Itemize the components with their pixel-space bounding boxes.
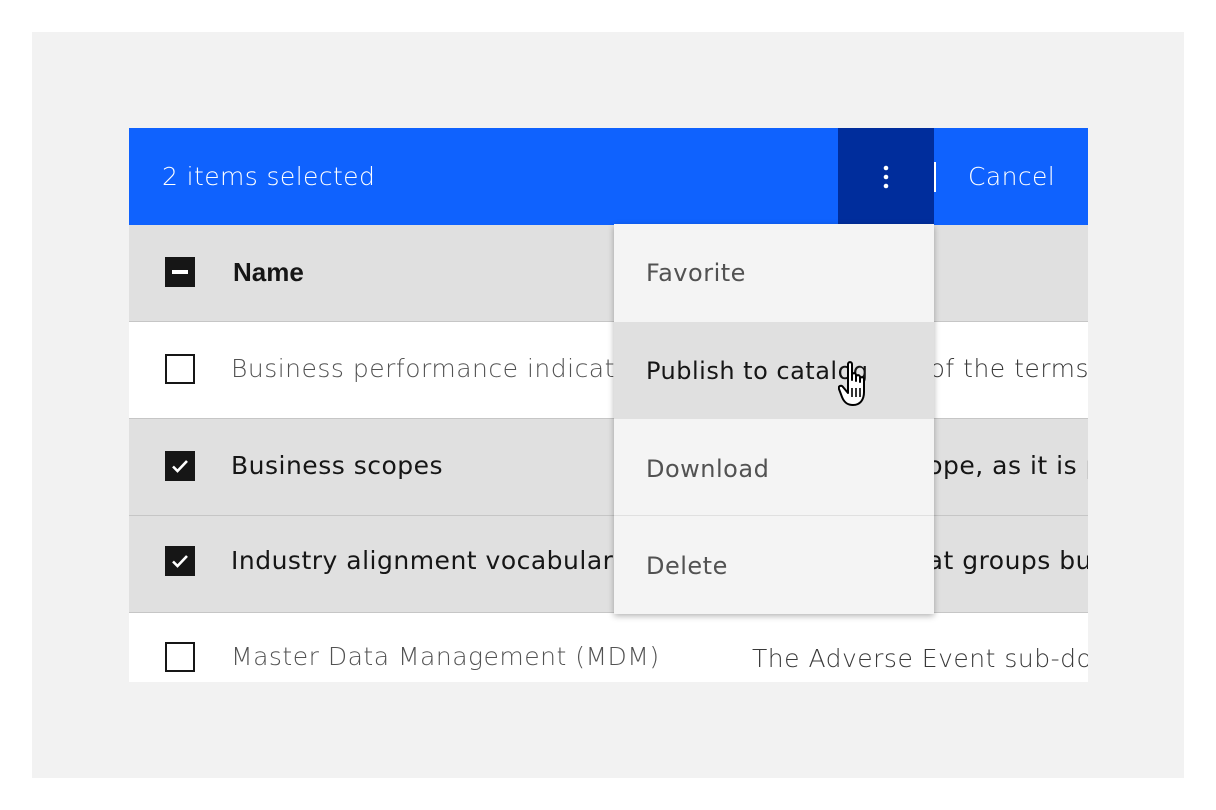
checkmark-icon: [172, 555, 188, 568]
row-checkbox[interactable]: [165, 546, 195, 576]
table-row[interactable]: Industry alignment vocabularies A catego…: [129, 516, 1088, 613]
table-header: Name: [129, 225, 1088, 322]
menu-item-favorite[interactable]: Favorite: [614, 224, 934, 321]
menu-divider: [614, 515, 934, 516]
row-checkbox[interactable]: [165, 354, 195, 384]
cell-description: The Adverse Event sub-domain: [752, 644, 1088, 673]
hand-pointer-cursor-icon: [838, 361, 865, 406]
cell-name: Master Data Management (MDM): [231, 642, 660, 671]
menu-item-delete[interactable]: Delete: [614, 517, 934, 614]
checkmark-icon: [172, 460, 188, 473]
table-row[interactable]: Business performance indicators The mapp…: [129, 322, 1088, 419]
select-all-checkbox[interactable]: [165, 257, 195, 287]
row-checkbox[interactable]: [165, 451, 195, 481]
cancel-button[interactable]: Cancel: [936, 128, 1088, 225]
overflow-menu: Favorite Publish to catalog Download Del…: [614, 224, 934, 614]
selected-count: 2 items selected: [162, 162, 376, 191]
menu-item-publish-to-catalog[interactable]: Publish to catalog: [614, 322, 934, 419]
column-header-name[interactable]: Name: [233, 257, 304, 288]
row-checkbox[interactable]: [165, 642, 195, 672]
overflow-menu-button[interactable]: [838, 128, 934, 225]
indeterminate-icon: [172, 270, 188, 274]
batch-action-bar: 2 items selected Cancel: [129, 128, 1088, 225]
menu-item-download[interactable]: Download: [614, 420, 934, 517]
table-row[interactable]: Master Data Management (MDM) The Adverse…: [129, 613, 1088, 682]
data-table: 2 items selected Cancel Name Business pe…: [129, 128, 1088, 682]
overflow-menu-vertical-icon: [883, 165, 889, 188]
table-row[interactable]: Business scopes A business scope, as it …: [129, 419, 1088, 516]
